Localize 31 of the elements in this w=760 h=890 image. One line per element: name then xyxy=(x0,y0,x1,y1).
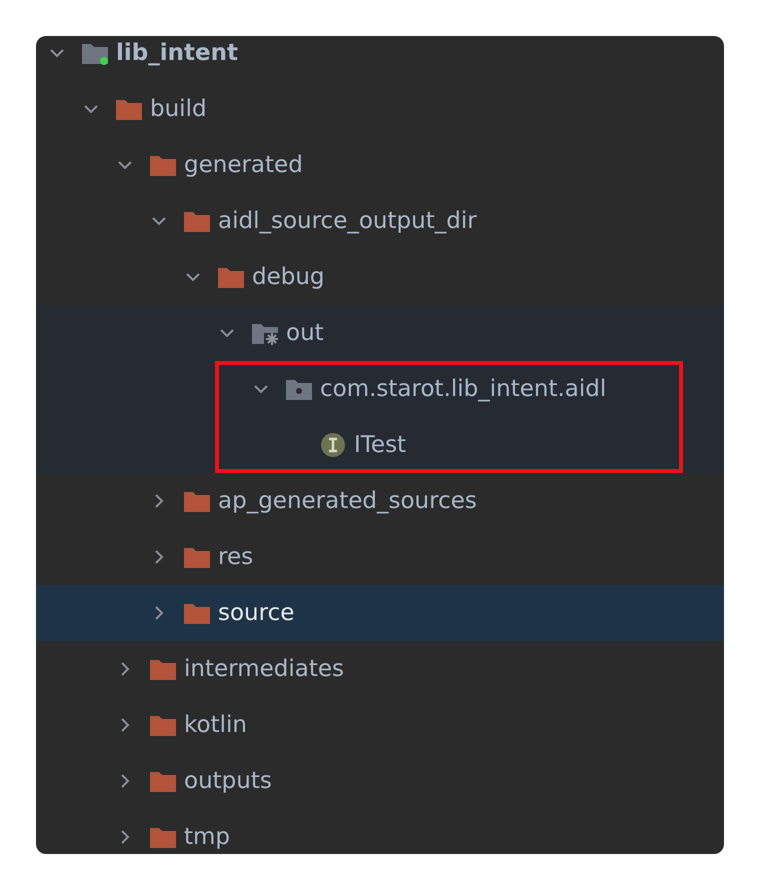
interface-icon xyxy=(318,432,348,458)
tree-label: build xyxy=(150,94,207,124)
tree-label: generated xyxy=(184,150,303,180)
tree-row[interactable]: lib_intent xyxy=(36,36,724,81)
tree-row[interactable]: ap_generated_sources xyxy=(36,473,724,529)
tree-row[interactable]: outputs xyxy=(36,753,724,809)
tree-label: res xyxy=(218,542,254,572)
tree-row[interactable]: tmp xyxy=(36,809,724,854)
tree-row[interactable]: ITest xyxy=(36,417,724,473)
tree-label: lib_intent xyxy=(116,38,238,68)
tree-label: out xyxy=(286,318,324,348)
tree-label: ap_generated_sources xyxy=(218,486,477,516)
tree-label: aidl_source_output_dir xyxy=(218,206,477,236)
tree-row[interactable]: res xyxy=(36,529,724,585)
tree-label: intermediates xyxy=(184,654,344,684)
tree-row[interactable]: aidl_source_output_dir xyxy=(36,193,724,249)
tree-row[interactable]: generated xyxy=(36,137,724,193)
tree-row[interactable]: out xyxy=(36,305,724,361)
tree-label: debug xyxy=(252,262,325,292)
tree-label: com.starot.lib_intent.aidl xyxy=(320,374,606,404)
tree-label: ITest xyxy=(354,430,406,460)
tree-row[interactable]: kotlin xyxy=(36,697,724,753)
tree-row[interactable]: source xyxy=(36,585,724,641)
tree-row[interactable]: intermediates xyxy=(36,641,724,697)
tree-label: source xyxy=(218,598,294,628)
tree-label: tmp xyxy=(184,822,230,852)
tree-row[interactable]: com.starot.lib_intent.aidl xyxy=(36,361,724,417)
tree-label: outputs xyxy=(184,766,272,796)
tree-label: kotlin xyxy=(184,710,247,740)
tree-row[interactable]: debug xyxy=(36,249,724,305)
tree-row[interactable]: build xyxy=(36,81,724,137)
